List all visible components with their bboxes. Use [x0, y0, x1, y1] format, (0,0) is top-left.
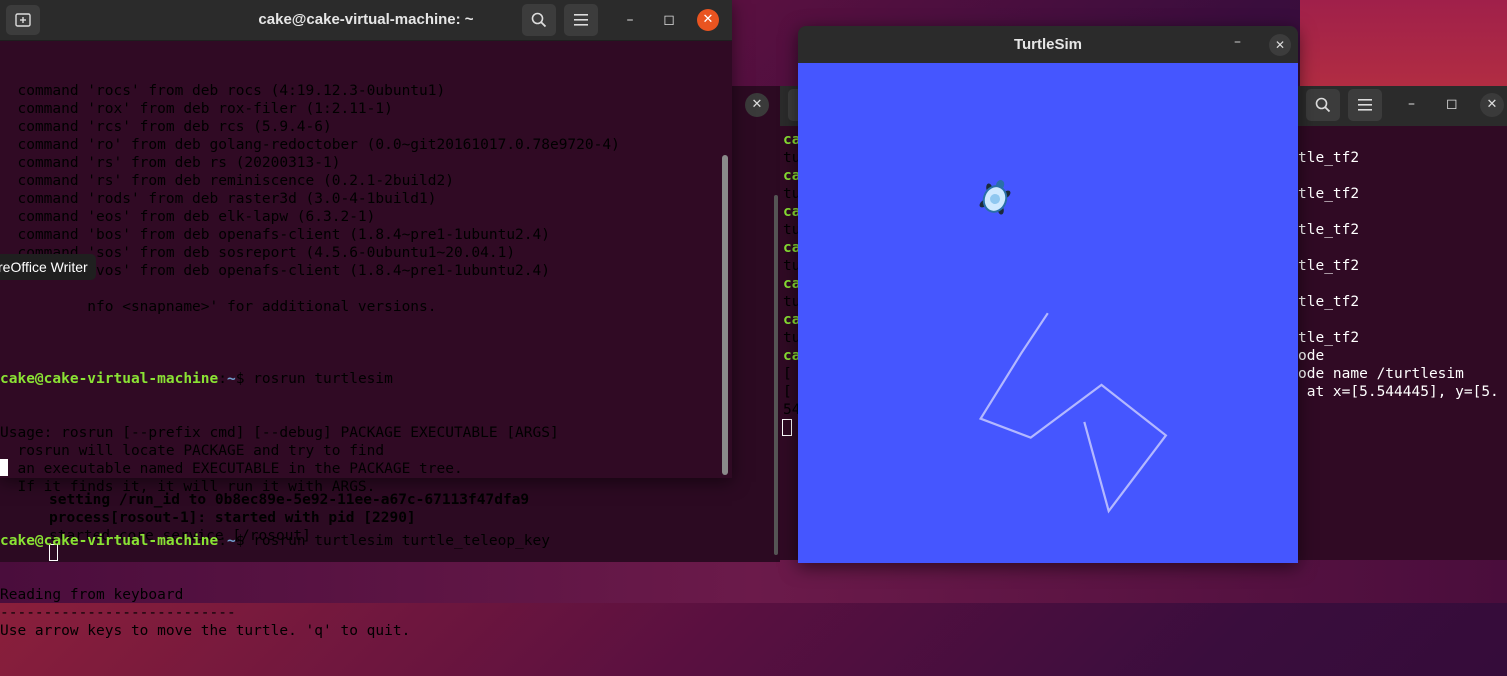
terminal-line: command 'rods' from deb raster3d (3.0-4-…: [0, 191, 437, 207]
terminal-line: command 'eos' from deb elk-lapw (6.3.2-1…: [0, 209, 376, 225]
right-terminal-close-icon[interactable]: ✕: [1480, 93, 1504, 117]
terminal-line: tle_tf2: [1298, 330, 1360, 346]
terminal-line: Usage: rosrun [--prefix cmd] [--debug] P…: [0, 425, 559, 441]
command-suggestions: command 'rocs' from deb rocs (4:19.12.3-…: [0, 82, 620, 334]
terminal-line: at x=[5.544445], y=[5.: [1298, 384, 1499, 400]
minimize-icon[interactable]: –: [1234, 34, 1241, 50]
search-icon[interactable]: [522, 4, 556, 36]
terminal-line: Reading from keyboard: [0, 587, 184, 603]
maximize-icon[interactable]: ◻: [659, 10, 679, 30]
usage-output: Usage: rosrun [--prefix cmd] [--debug] P…: [0, 424, 620, 496]
terminal-cursor: [0, 459, 8, 476]
hamburger-menu-icon[interactable]: [564, 4, 598, 36]
terminal-line: command 'rs' from deb rs (20200313-1): [0, 155, 341, 171]
minimize-icon[interactable]: –: [620, 10, 640, 30]
turtlesim-canvas: [798, 63, 1298, 563]
terminal-line: tle_tf2: [1298, 294, 1360, 310]
right-terminal-maximize-icon[interactable]: ◻: [1446, 96, 1458, 112]
terminal-line: ---------------------------: [0, 605, 236, 621]
right-terminal-menu-icon[interactable]: [1348, 89, 1382, 121]
close-icon[interactable]: ✕: [697, 9, 719, 31]
main-terminal-header: cake@cake-virtual-machine: ~ – ◻ ✕: [0, 0, 732, 41]
terminal-line: rosrun will locate PACKAGE and try to fi…: [0, 443, 385, 459]
close-icon[interactable]: ✕: [1269, 34, 1291, 56]
main-terminal-window[interactable]: cake@cake-virtual-machine: ~ – ◻ ✕ comma…: [0, 0, 732, 639]
prompt-line-2: cake@cake-virtual-machine:~$ rosrun turt…: [0, 533, 550, 549]
turtlesim-window[interactable]: TurtleSim – ✕: [798, 26, 1298, 563]
dock-tooltip: reOffice Writer: [0, 254, 96, 280]
terminal-scrollbar[interactable]: [722, 155, 728, 475]
background-terminal-tab-close-icon[interactable]: ✕: [745, 93, 769, 117]
background-terminal-scrollbar[interactable]: [774, 195, 778, 555]
turtlesim-background: [798, 63, 1298, 563]
terminal-line: Use arrow keys to move the turtle. 'q' t…: [0, 623, 411, 639]
right-terminal-search-icon[interactable]: [1306, 89, 1340, 121]
terminal-line: command 'rox' from deb rox-filer (1:2.11…: [0, 101, 393, 117]
terminal-output: command 'rocs' from deb rocs (4:19.12.3-…: [0, 46, 620, 676]
terminal-line: command 'rs' from deb reminiscence (0.2.…: [0, 173, 454, 189]
terminal-line: tle_tf2: [1298, 258, 1360, 274]
terminal-line: command 'rocs' from deb rocs (4:19.12.3-…: [0, 83, 446, 99]
teleop-output: Reading from keyboard -------------------…: [0, 586, 620, 640]
terminal-line: tle_tf2: [1298, 150, 1360, 166]
terminal-cursor: [782, 419, 792, 436]
terminal-line: tle_tf2: [1298, 222, 1360, 238]
terminal-line: ode name /turtlesim: [1298, 366, 1464, 382]
right-terminal-minimize-icon[interactable]: –: [1408, 96, 1415, 112]
turtlesim-title: TurtleSim: [1013, 36, 1083, 53]
prompt-line-1: cake@cake-virtual-machine:~$ rosrun turt…: [0, 371, 393, 387]
right-terminal-output-right: tle_tf2 tle_tf2 tle_tf2 tle_tf2 tle_tf2 …: [1298, 149, 1499, 401]
terminal-line: an executable named EXECUTABLE in the PA…: [0, 461, 463, 477]
terminal-line: command 'ro' from deb golang-redoctober …: [0, 137, 620, 153]
terminal-line: ode: [1298, 348, 1325, 364]
terminal-line: command 'bos' from deb openafs-client (1…: [0, 227, 550, 243]
new-tab-icon[interactable]: [6, 5, 40, 35]
terminal-line: command 'rcs' from deb rcs (5.9.4-6): [0, 119, 332, 135]
terminal-line: If it finds it, it will run it with ARGS…: [0, 479, 376, 495]
terminal-line: tle_tf2: [1298, 186, 1360, 202]
terminal-line: nfo <snapname>' for additional versions.: [0, 299, 437, 315]
